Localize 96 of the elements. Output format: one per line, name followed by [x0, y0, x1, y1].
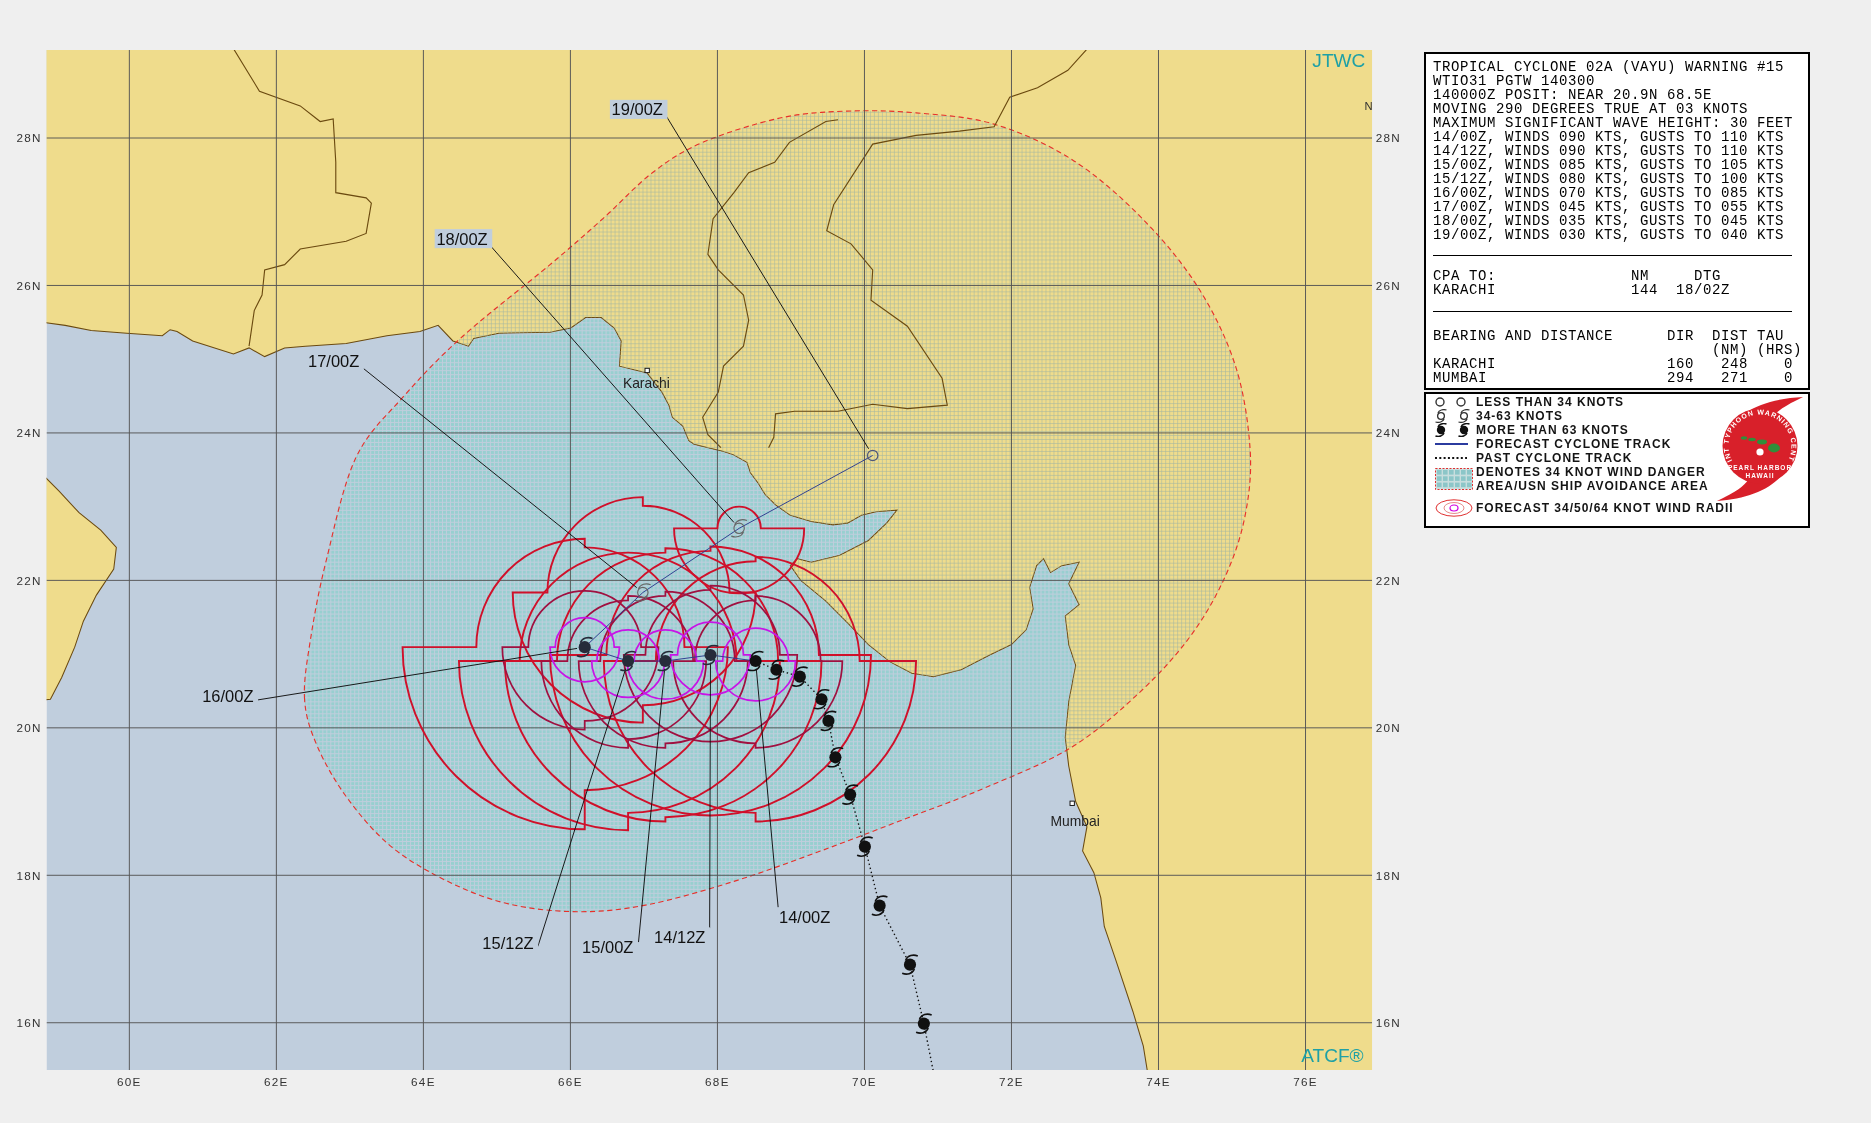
storm-symbol-icon	[915, 1013, 933, 1034]
table-cell: KARACHI	[1433, 357, 1496, 371]
table-cell: 160	[1667, 357, 1694, 371]
longitude-label: 74E	[1146, 1075, 1171, 1089]
legend-label: FORECAST 34/50/64 KNOT WIND RADII	[1476, 501, 1734, 515]
solid-line-icon	[1435, 443, 1468, 445]
circle-symbol-icon	[1456, 397, 1466, 407]
latitude-label: 26N	[16, 278, 42, 292]
legend-label: LESS THAN 34 KNOTS	[1476, 395, 1625, 409]
column-unit: (NM)	[1712, 343, 1748, 357]
storm-symbol-icon	[812, 688, 831, 710]
time-label: 18/00Z	[434, 229, 493, 249]
storm-symbol-icon	[1458, 423, 1470, 437]
table-cell: KARACHI	[1433, 283, 1496, 297]
table-cell: 0	[1784, 357, 1793, 371]
latitude-label: 22N	[16, 573, 42, 587]
table-cell: 18/02Z	[1676, 283, 1730, 297]
latitude-label: 24N	[16, 426, 42, 440]
table-cell: 294	[1667, 371, 1694, 385]
column-header: NM	[1631, 269, 1649, 283]
storm-symbol-icon	[819, 710, 838, 732]
latitude-label: 28N	[1375, 131, 1402, 145]
forecast-intensity-line: 18/00Z, WINDS 035 KTS, GUSTS TO 045 KTS	[1433, 214, 1785, 228]
column-header: DTG	[1694, 269, 1721, 283]
storm-symbol-icon	[1435, 423, 1447, 437]
legend-label: 34-63 KNOTS	[1476, 409, 1564, 423]
longitude-label: 76E	[1293, 1075, 1318, 1089]
legend-label: FORECAST CYCLONE TRACK	[1476, 437, 1672, 451]
storm-symbol-icon	[701, 644, 720, 666]
latitude-label: 20N	[16, 721, 42, 735]
forecast-intensity-line: 14/12Z, WINDS 090 KTS, GUSTS TO 110 KTS	[1433, 144, 1785, 158]
column-header: DIST	[1712, 329, 1748, 343]
storm-symbol-icon	[791, 666, 809, 687]
storm-symbol-icon	[576, 636, 594, 658]
legend-label: DENOTES 34 KNOT WIND DANGER AREA/USN SHIP AVOIDANCE AREA	[1476, 465, 1710, 493]
longitude-label: 62E	[264, 1075, 289, 1089]
column-header: DIR	[1667, 329, 1694, 343]
longitude-label: 64E	[411, 1075, 436, 1089]
agency-label: JTWC	[1312, 49, 1366, 71]
forecast-intensity-line: 17/00Z, WINDS 045 KTS, GUSTS TO 055 KTS	[1433, 200, 1785, 214]
storm-symbol-icon	[767, 659, 785, 680]
latitude-label: 22N	[1375, 573, 1402, 587]
dotted-line-icon	[1435, 457, 1467, 459]
longitude-label: 72E	[999, 1075, 1024, 1089]
warning-info-line: MOVING 290 DEGREES TRUE AT 03 KNOTS	[1433, 102, 1749, 116]
warning-title: TROPICAL CYCLONE 02A (VAYU) WARNING #15	[1433, 60, 1785, 74]
warning-info-line: MAXIMUM SIGNIFICANT WAVE HEIGHT: 30 FEET	[1433, 116, 1794, 130]
storm-symbol-icon	[656, 650, 674, 672]
table-cell: 0	[1784, 371, 1793, 385]
latitude-label: 18N	[16, 868, 42, 882]
table-cell: MUMBAI	[1433, 371, 1487, 385]
latitude-label: 26N	[1375, 278, 1402, 292]
storm-symbol-icon	[871, 895, 889, 916]
forecast-intensity-line: 15/12Z, WINDS 080 KTS, GUSTS TO 100 KTS	[1433, 172, 1785, 186]
latitude-label: 18N	[1375, 868, 1402, 882]
hollow-storm-symbol-icon	[1435, 409, 1447, 423]
storm-symbol-icon	[747, 650, 765, 672]
longitude-label: 70E	[852, 1075, 877, 1089]
nested-rings-icon	[1435, 499, 1473, 517]
circle-marker-icon	[866, 449, 879, 462]
table-cell: 271	[1721, 371, 1748, 385]
table-cell: 248	[1721, 357, 1748, 371]
hollow-storm-symbol-icon	[1458, 409, 1470, 423]
longitude-label: 60E	[117, 1075, 142, 1089]
storm-symbol-icon	[856, 836, 874, 857]
table-cell: 144	[1631, 283, 1658, 297]
storm-symbol-icon	[619, 650, 637, 672]
storm-symbol-icon	[826, 747, 844, 768]
city-marker-icon	[1069, 800, 1075, 806]
forecast-intensity-line: 16/00Z, WINDS 070 KTS, GUSTS TO 085 KTS	[1433, 186, 1785, 200]
table-heading: CPA TO:	[1433, 269, 1496, 283]
forecast-intensity-line: 19/00Z, WINDS 030 KTS, GUSTS TO 040 KTS	[1433, 228, 1785, 242]
hatched-area-icon	[1435, 468, 1473, 490]
column-unit: (HRS)	[1757, 343, 1802, 357]
warning-info-line: WTIO31 PGTW 140300	[1433, 74, 1596, 88]
longitude-label: 66E	[558, 1075, 583, 1089]
table-heading: BEARING AND DISTANCE	[1433, 329, 1614, 343]
hollow-storm-symbol-icon	[730, 519, 748, 538]
storm-symbol-icon	[841, 784, 859, 805]
hollow-storm-symbol-icon	[634, 583, 652, 602]
forecast-intensity-line: 14/00Z, WINDS 090 KTS, GUSTS TO 110 KTS	[1433, 130, 1785, 144]
circle-symbol-icon	[1435, 397, 1445, 407]
edge-text: N	[1364, 100, 1373, 113]
legend-label: PAST CYCLONE TRACK	[1476, 451, 1633, 465]
storm-symbol-icon	[901, 954, 919, 975]
latitude-label: 28N	[16, 131, 42, 145]
latitude-label: 24N	[1375, 426, 1402, 440]
forecast-intensity-line: 15/00Z, WINDS 085 KTS, GUSTS TO 105 KTS	[1433, 158, 1785, 172]
longitude-label: 68E	[705, 1075, 730, 1089]
legend-label: MORE THAN 63 KNOTS	[1476, 423, 1629, 437]
city-marker-icon	[644, 367, 650, 374]
latitude-label: 16N	[16, 1016, 42, 1030]
latitude-label: 20N	[1375, 721, 1402, 735]
warning-info-line: 140000Z POSIT: NEAR 20.9N 68.5E	[1433, 88, 1713, 102]
latitude-label: 16N	[1375, 1016, 1402, 1030]
column-header: TAU	[1757, 329, 1784, 343]
